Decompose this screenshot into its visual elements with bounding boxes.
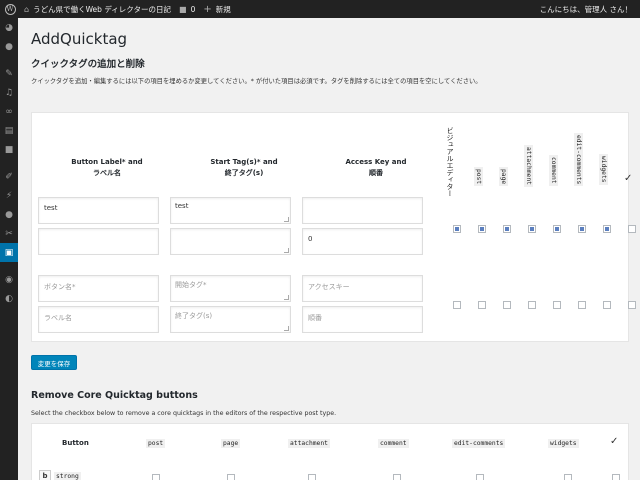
comment-icon: ■ bbox=[179, 4, 187, 14]
row1-all-checkbox[interactable] bbox=[628, 225, 636, 233]
header-comment: comment bbox=[549, 155, 558, 186]
core-attachment-checkbox[interactable] bbox=[308, 474, 316, 480]
new-access-key-field[interactable]: アクセスキー bbox=[302, 275, 423, 302]
users-icon[interactable]: ● bbox=[0, 205, 18, 224]
header-visual-editor: ビジュアルエディター bbox=[446, 127, 454, 197]
new-post-checkbox[interactable] bbox=[478, 301, 486, 309]
admin-sidebar: ◕ ● ✎ ♫ ∞ ▤ ■ ✐ ⚡ ● ✂ ▣ ◉ ◐ bbox=[0, 18, 18, 480]
core-all-checkbox[interactable] bbox=[612, 474, 620, 480]
new-page-checkbox[interactable] bbox=[503, 301, 511, 309]
header-widgets: widgets bbox=[599, 154, 608, 185]
main-content: AddQuicktag クイックタグの追加と削除 クイックタグを追加・編集するに… bbox=[18, 18, 640, 480]
core-header-comment: comment bbox=[378, 439, 409, 448]
quicktag-table: Button Label* and ラベル名 Start Tag(s)* and 終… bbox=[31, 112, 636, 342]
core-quicktag-table: Button post page attachment comment edit… bbox=[31, 423, 629, 480]
page-title: AddQuicktag bbox=[31, 30, 128, 48]
section2-title: Remove Core Quicktag buttons bbox=[31, 390, 198, 401]
new-end-tag-field[interactable]: 終了タグ(s) bbox=[170, 306, 291, 333]
new-start-tag-field[interactable]: 開始タグ* bbox=[170, 275, 291, 302]
plus-icon: + bbox=[203, 3, 212, 15]
end-tag-field[interactable] bbox=[170, 228, 291, 255]
link-icon[interactable]: ∞ bbox=[0, 102, 18, 121]
section1-description: クイックタグを追加・編集するには以下の項目を埋めるか変更してください。* が付い… bbox=[31, 78, 482, 85]
header-attachment: attachment bbox=[524, 145, 533, 187]
dashboard-icon[interactable]: ◕ bbox=[0, 18, 18, 37]
plugins-icon[interactable]: ⚡ bbox=[0, 186, 18, 205]
row1-comment-checkbox[interactable] bbox=[553, 225, 561, 233]
row1-widgets-checkbox[interactable] bbox=[603, 225, 611, 233]
row1-visual-checkbox[interactable] bbox=[453, 225, 461, 233]
core-page-checkbox[interactable] bbox=[227, 474, 235, 480]
new-order-field[interactable]: 順番 bbox=[302, 306, 423, 333]
section1-title: クイックタグの追加と削除 bbox=[31, 59, 145, 70]
new-attachment-checkbox[interactable] bbox=[528, 301, 536, 309]
bold-button-icon: b bbox=[39, 470, 51, 480]
core-select-all-check-icon[interactable]: ✓ bbox=[610, 436, 618, 447]
jetpack-icon[interactable]: ● bbox=[0, 37, 18, 56]
header-edit-comments: edit-comments bbox=[574, 133, 583, 187]
new-label-name-field[interactable]: ラベル名 bbox=[38, 306, 159, 333]
row1-page-checkbox[interactable] bbox=[503, 225, 511, 233]
label-name-field[interactable] bbox=[38, 228, 159, 255]
header-button: Button bbox=[62, 439, 89, 447]
appearance-icon[interactable]: ✐ bbox=[0, 167, 18, 186]
comments-count: 0 bbox=[190, 4, 196, 14]
howdy-text: こんにちは、管理人 さん！ bbox=[539, 4, 632, 14]
core-comment-checkbox[interactable] bbox=[393, 474, 401, 480]
core-header-edit-comments: edit-comments bbox=[452, 439, 506, 448]
access-key-field[interactable] bbox=[302, 197, 423, 224]
core-header-widgets: widgets bbox=[548, 439, 579, 448]
collapse-icon[interactable]: ◐ bbox=[0, 289, 18, 308]
comments-icon[interactable]: ■ bbox=[0, 140, 18, 159]
home-icon: ⌂ bbox=[24, 4, 30, 14]
row1-post-checkbox[interactable] bbox=[478, 225, 486, 233]
section2-description: Select the checkbox below to remove a co… bbox=[31, 410, 337, 417]
core-header-post: post bbox=[146, 439, 166, 448]
core-header-attachment: attachment bbox=[288, 439, 330, 448]
new-button-label-field[interactable]: ボタン名* bbox=[38, 275, 159, 302]
new-visual-checkbox[interactable] bbox=[453, 301, 461, 309]
core-edit-comments-checkbox[interactable] bbox=[476, 474, 484, 480]
account-link[interactable]: こんにちは、管理人 さん！ bbox=[536, 0, 636, 18]
pin-icon[interactable]: ✎ bbox=[0, 64, 18, 83]
header-access-key: Access Key and 順番 bbox=[345, 158, 407, 177]
site-title: うどん県で働くWeb ディレクターの日記 bbox=[33, 4, 171, 14]
comments-link[interactable]: ■ 0 bbox=[175, 0, 199, 18]
order-field[interactable]: 0 bbox=[302, 228, 423, 255]
save-changes-button[interactable]: 変更を保存 bbox=[31, 355, 77, 370]
core-widgets-checkbox[interactable] bbox=[564, 474, 572, 480]
new-label: 新規 bbox=[215, 4, 231, 14]
header-start-tag: Start Tag(s)* and 終了タグ(s) bbox=[210, 158, 278, 177]
header-post: post bbox=[474, 167, 483, 187]
core-header-page: page bbox=[221, 439, 241, 448]
select-all-check-icon[interactable]: ✓ bbox=[624, 173, 632, 184]
new-all-checkbox[interactable] bbox=[628, 301, 636, 309]
wordpress-logo-icon[interactable]: W bbox=[0, 0, 20, 18]
new-content-link[interactable]: + 新規 bbox=[199, 0, 234, 18]
admin-bar: W ⌂ うどん県で働くWeb ディレクターの日記 ■ 0 + 新規 こんにちは、管理人… bbox=[0, 0, 640, 18]
settings-icon[interactable]: ▣ bbox=[0, 243, 18, 262]
new-comment-checkbox[interactable] bbox=[553, 301, 561, 309]
header-page: page bbox=[499, 167, 508, 187]
new-widgets-checkbox[interactable] bbox=[603, 301, 611, 309]
button-label-field[interactable]: test bbox=[38, 197, 159, 224]
new-edit-comments-checkbox[interactable] bbox=[578, 301, 586, 309]
row1-edit-comments-checkbox[interactable] bbox=[578, 225, 586, 233]
site-name-link[interactable]: ⌂ うどん県で働くWeb ディレクターの日記 bbox=[20, 0, 175, 18]
header-button-label: Button Label* and ラベル名 bbox=[71, 158, 143, 177]
core-post-checkbox[interactable] bbox=[152, 474, 160, 480]
start-tag-field[interactable]: test bbox=[170, 197, 291, 224]
media-icon[interactable]: ♫ bbox=[0, 83, 18, 102]
wp-icon[interactable]: ◉ bbox=[0, 270, 18, 289]
strong-tag: strong bbox=[54, 472, 81, 480]
row1-attachment-checkbox[interactable] bbox=[528, 225, 536, 233]
page-icon[interactable]: ▤ bbox=[0, 121, 18, 140]
tools-icon[interactable]: ✂ bbox=[0, 224, 18, 243]
